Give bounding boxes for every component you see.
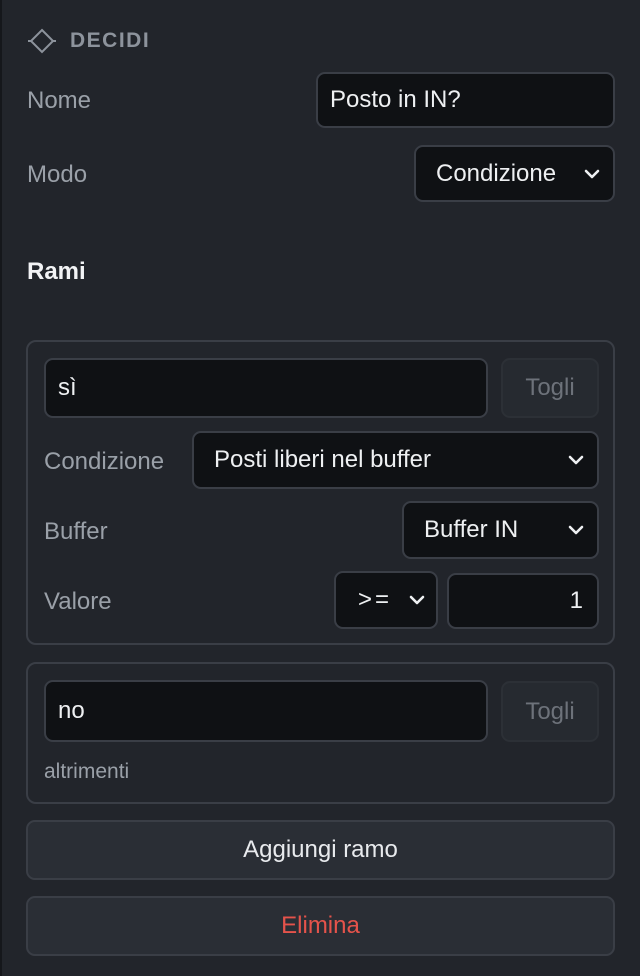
mode-select-value: Condizione <box>436 159 557 187</box>
branch-name-value: no <box>58 697 85 724</box>
operator-select[interactable]: >= <box>334 571 438 629</box>
remove-branch-button[interactable]: Togli <box>501 681 599 742</box>
buffer-select[interactable]: Buffer IN <box>402 501 599 559</box>
delete-label: Elimina <box>281 912 360 939</box>
branch-name-input[interactable]: sì <box>44 358 488 418</box>
branch-name-input[interactable]: no <box>44 680 488 742</box>
condition-select-value: Posti liberi nel buffer <box>214 446 432 473</box>
branch-name-value: sì <box>58 374 77 401</box>
condition-select[interactable]: Posti liberi nel buffer <box>192 431 599 489</box>
value-input-value: 1 <box>569 587 583 614</box>
panel-header: DECIDI <box>28 26 150 56</box>
chevron-down-icon <box>583 165 601 183</box>
otherwise-text: altrimenti <box>44 760 130 783</box>
remove-branch-button[interactable]: Togli <box>501 358 599 418</box>
remove-branch-label: Togli <box>525 374 575 401</box>
name-label: Nome <box>27 87 92 114</box>
add-branch-label: Aggiungi ramo <box>243 836 398 863</box>
panel-left-border <box>0 0 2 976</box>
panel-title: DECIDI <box>70 29 151 52</box>
diamond-node-icon <box>28 27 56 55</box>
chevron-down-icon <box>408 591 426 609</box>
branches-title: Rami <box>27 258 86 285</box>
remove-branch-label: Togli <box>525 697 575 725</box>
branch-card: sì Togli Condizione Posti liberi nel buf… <box>26 340 615 645</box>
mode-label: Modo <box>27 161 88 188</box>
mode-select[interactable]: Condizione <box>414 145 615 202</box>
operator-select-value: >= <box>358 586 393 613</box>
buffer-select-value: Buffer IN <box>424 516 519 543</box>
branch-card: no Togli altrimenti <box>26 662 615 804</box>
name-input-value: Posto in IN? <box>330 86 461 113</box>
chevron-down-icon <box>567 521 585 539</box>
add-branch-button[interactable]: Aggiungi ramo <box>26 820 615 880</box>
buffer-label: Buffer <box>44 518 108 545</box>
name-input[interactable]: Posto in IN? <box>316 72 615 128</box>
condition-label: Condizione <box>44 448 165 475</box>
delete-button[interactable]: Elimina <box>26 896 615 956</box>
value-label: Valore <box>44 588 112 615</box>
value-input[interactable]: 1 <box>447 573 599 629</box>
chevron-down-icon <box>567 451 585 469</box>
